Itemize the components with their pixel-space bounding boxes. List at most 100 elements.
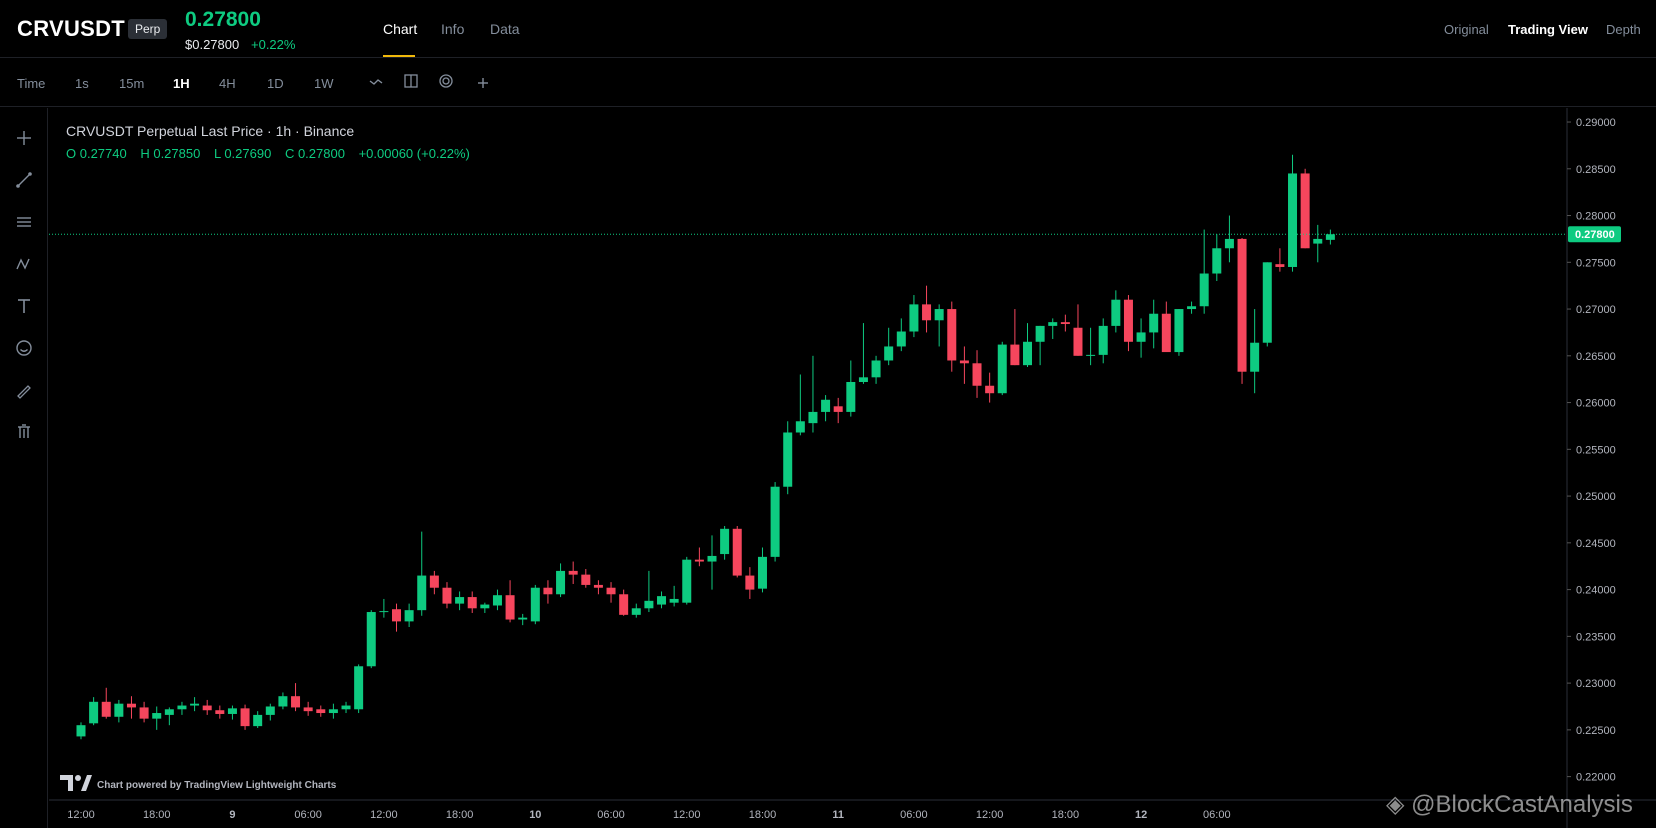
candle-body xyxy=(858,377,868,382)
candle-body xyxy=(1313,238,1323,244)
candle-body xyxy=(631,608,641,615)
candle-body xyxy=(821,399,831,412)
candle-body xyxy=(1023,341,1032,366)
symbol-name[interactable]: CRVUSDT xyxy=(17,16,125,42)
price-tick-label: 0.23000 xyxy=(1576,678,1616,690)
timeframe-1h[interactable]: 1H xyxy=(173,76,190,91)
candle-body xyxy=(492,595,502,606)
candle-body xyxy=(1224,238,1234,249)
chart-legend-ohlc: O 0.27740 H 0.27850 L 0.27690 C 0.27800 … xyxy=(66,146,480,161)
chart-legend-title: CRVUSDT Perpetual Last Price · 1h · Bina… xyxy=(66,123,355,139)
indicators-icon[interactable] xyxy=(437,72,455,90)
time-tick-label: 06:00 xyxy=(597,809,625,821)
text-tool-icon[interactable] xyxy=(14,296,34,316)
timeframe-1s[interactable]: 1s xyxy=(75,76,89,91)
market-header: CRVUSDT Perp 0.27800 $0.27800 +0.22% Cha… xyxy=(0,0,1656,58)
candle-body xyxy=(291,696,301,708)
candle-body xyxy=(757,556,767,589)
price-tick-label: 0.28000 xyxy=(1576,211,1616,223)
price-tick-label: 0.23500 xyxy=(1576,631,1616,643)
candle-body xyxy=(1098,325,1108,355)
candle-body xyxy=(240,708,250,727)
candle-body xyxy=(896,331,906,347)
chart-style-icon[interactable] xyxy=(367,72,385,90)
legend-close: C 0.27800 xyxy=(284,146,345,161)
candle-body xyxy=(1212,248,1222,274)
price-tick-label: 0.24500 xyxy=(1576,538,1616,550)
add-icon[interactable] xyxy=(474,74,492,92)
candle-body xyxy=(379,611,389,613)
candle-body xyxy=(101,701,111,717)
candle-body xyxy=(657,596,667,605)
timeframe-time[interactable]: Time xyxy=(17,76,45,91)
emoji-icon[interactable] xyxy=(14,338,34,358)
candle-body xyxy=(1288,173,1298,267)
time-tick-label: 12:00 xyxy=(673,809,701,821)
price-tick-label: 0.25000 xyxy=(1576,491,1616,503)
candle-body xyxy=(1275,264,1285,267)
brush-icon[interactable] xyxy=(14,380,34,400)
last-price: 0.27800 xyxy=(185,8,261,31)
price-tick-label: 0.28500 xyxy=(1576,164,1616,176)
candle-body xyxy=(316,709,326,714)
time-tick-label: 11 xyxy=(832,809,844,821)
candle-body xyxy=(707,555,717,562)
chart-credit[interactable]: Chart powered by TradingView Lightweight… xyxy=(97,780,336,791)
candle-body xyxy=(619,594,629,615)
tradingview-logo-icon xyxy=(60,775,92,791)
trash-icon[interactable] xyxy=(14,422,34,442)
candle-body xyxy=(947,309,957,361)
candle-body xyxy=(1237,238,1247,372)
tab-chart[interactable]: Chart xyxy=(383,21,417,37)
price-tick-label: 0.27500 xyxy=(1576,257,1616,269)
view-tab-trading-view[interactable]: Trading View xyxy=(1508,22,1588,37)
candlestick-chart[interactable]: 0.22000 0.22500 0.23000 0.23500 0.24000 0.245… xyxy=(49,108,1656,828)
candle-body xyxy=(265,706,275,715)
candle-body xyxy=(1250,342,1260,372)
horizontal-lines-icon[interactable] xyxy=(14,212,34,232)
view-tab-depth[interactable]: Depth xyxy=(1606,22,1641,37)
candle-body xyxy=(783,432,793,487)
time-tick-label: 18:00 xyxy=(749,809,777,821)
chart-area[interactable]: 0.22000 0.22500 0.23000 0.23500 0.24000 0.245… xyxy=(49,108,1656,828)
perp-badge: Perp xyxy=(128,19,168,39)
tab-info[interactable]: Info xyxy=(441,21,464,37)
legend-change: +0.00060 (+0.22%) xyxy=(358,146,470,161)
candle-body xyxy=(215,710,225,714)
crosshair-icon[interactable] xyxy=(14,128,34,148)
time-tick-label: 12:00 xyxy=(370,809,398,821)
trend-line-icon[interactable] xyxy=(14,170,34,190)
candle-body xyxy=(720,528,730,555)
candle-body xyxy=(922,304,932,321)
candle-body xyxy=(959,360,969,364)
candle-body xyxy=(1262,262,1272,343)
candle-body xyxy=(745,575,755,590)
timeframe-4h[interactable]: 4H xyxy=(219,76,236,91)
last-price-tag: 0.27800 xyxy=(1575,229,1615,241)
view-tab-original[interactable]: Original xyxy=(1444,22,1489,37)
timeframe-1d[interactable]: 1D xyxy=(267,76,284,91)
legend-open: O 0.27740 xyxy=(66,146,127,161)
candle-body xyxy=(556,570,566,595)
candle-body xyxy=(76,725,86,737)
time-tick-label: 12:00 xyxy=(67,809,95,821)
timeframe-15m[interactable]: 15m xyxy=(119,76,144,91)
candle-body xyxy=(253,714,263,727)
timeframe-1w[interactable]: 1W xyxy=(314,76,334,91)
candle-body xyxy=(202,705,212,711)
candle-body xyxy=(1060,322,1070,325)
layout-split-icon[interactable] xyxy=(402,72,420,90)
tab-data[interactable]: Data xyxy=(490,21,520,37)
candle-body xyxy=(126,703,136,708)
drawing-toolbar xyxy=(0,108,48,828)
candle-body xyxy=(1048,322,1058,326)
pattern-icon[interactable] xyxy=(14,254,34,274)
candle-body xyxy=(909,304,919,332)
candle-body xyxy=(568,570,578,575)
candle-body xyxy=(1149,313,1159,333)
candle-body xyxy=(227,708,237,714)
candle-body xyxy=(505,595,515,620)
candle-body xyxy=(392,609,401,622)
price-tick-label: 0.29000 xyxy=(1576,117,1616,129)
time-tick-label: 06:00 xyxy=(294,809,322,821)
